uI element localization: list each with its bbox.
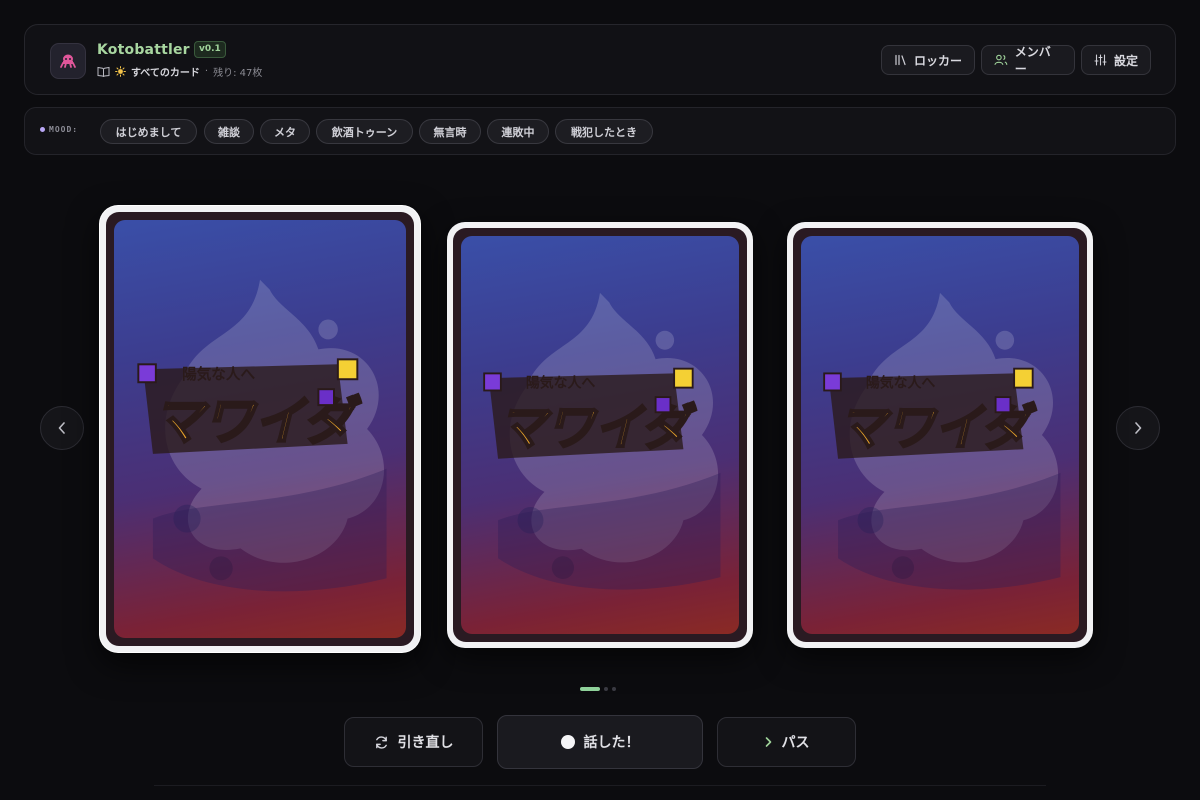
pass-button[interactable]: パス	[717, 717, 856, 767]
mood-chip-renpai[interactable]: 連敗中	[487, 119, 549, 144]
chevron-right-icon	[1135, 422, 1142, 434]
card-back-art: 陽気な人へ マワイダ	[461, 236, 739, 634]
mood-chip-zatsudan[interactable]: 雑談	[204, 119, 254, 144]
members-icon	[994, 54, 1008, 66]
circle-icon	[560, 735, 575, 749]
card-back-art: 陽気な人へ マワイダ	[801, 236, 1079, 634]
card-logo-ruby: 陽気な人へ	[182, 365, 255, 383]
card-logo-ruby: 陽気な人へ	[866, 374, 935, 391]
card-logo: 陽気な人へ マワイダ	[823, 367, 1038, 459]
spoke-label: 話した！	[583, 735, 640, 751]
octopus-icon	[60, 54, 76, 68]
carousel-prev-button[interactable]	[40, 406, 84, 450]
page-dot-active[interactable]	[580, 687, 600, 691]
card-frame: 陽気な人へ マワイダ	[453, 228, 747, 642]
carousel-next-button[interactable]	[1116, 406, 1160, 450]
page-dot[interactable]	[612, 687, 616, 691]
mood-chip-meta[interactable]: メタ	[260, 119, 310, 144]
mood-chip-mugonji[interactable]: 無言時	[419, 119, 481, 144]
mood-chip-inshu[interactable]: 飲酒トゥーン	[316, 119, 413, 144]
page-dot[interactable]	[604, 687, 608, 691]
card-logo: 陽気な人へ マワイダ	[137, 358, 363, 454]
card-1[interactable]: 陽気な人へ マワイダ	[100, 206, 420, 652]
card-back-svg: 陽気な人へ マワイダ	[137, 279, 387, 592]
refresh-icon	[375, 735, 387, 749]
card-frame: 陽気な人へ マワイダ	[793, 228, 1087, 642]
settings-label: 設定	[1114, 53, 1139, 68]
card-logo: 陽気な人へ マワイダ	[483, 367, 698, 459]
card-2[interactable]: 陽気な人へ マワイダ	[447, 222, 753, 648]
settings-button[interactable]: 設定	[1081, 45, 1151, 75]
card-frame: 陽気な人へ マワイダ	[106, 212, 414, 646]
redraw-label: 引き直し	[397, 735, 454, 751]
card-3[interactable]: 陽気な人へ マワイダ	[787, 222, 1093, 648]
members-button[interactable]: メンバー	[981, 45, 1075, 76]
chevron-right-icon	[765, 737, 771, 747]
card-back-art: 陽気な人へ マワイダ	[114, 220, 406, 638]
book-icon	[97, 66, 110, 77]
spoke-button[interactable]: 話した！	[497, 715, 703, 769]
remaining-count: 残り: 47枚	[213, 67, 263, 79]
app-header: Kotobattler v0.1 すべてのカード · 残り: 47枚 ロッカー	[24, 24, 1176, 95]
separator: ·	[204, 65, 209, 77]
mood-chip-hajimemashite[interactable]: はじめまして	[100, 119, 197, 144]
version-badge: v0.1	[194, 41, 226, 58]
pass-label: パス	[781, 735, 810, 751]
card-back-svg: 陽気な人へ マワイダ	[823, 292, 1061, 590]
card-logo-ruby: 陽気な人へ	[526, 374, 595, 391]
locker-label: ロッカー	[914, 53, 963, 68]
locker-button[interactable]: ロッカー	[881, 45, 975, 75]
deck-info: すべてのカード · 残り: 47枚	[97, 64, 263, 79]
mood-bar: MOOD: はじめまして 雑談 メタ 飲酒トゥーン 無言時 連敗中 戦犯したとき	[24, 107, 1176, 155]
locker-icon	[895, 54, 906, 66]
redraw-button[interactable]: 引き直し	[344, 717, 483, 767]
mood-label: MOOD:	[40, 125, 78, 134]
sun-icon	[115, 65, 126, 77]
chevron-left-icon	[58, 422, 65, 434]
sliders-icon	[1094, 54, 1107, 66]
carousel-pagination	[580, 687, 616, 691]
app-title: Kotobattler	[97, 42, 190, 58]
app-logo	[50, 43, 86, 79]
mood-dot-icon	[40, 127, 45, 132]
card-back-svg: 陽気な人へ マワイダ	[483, 292, 721, 590]
mood-chip-senpan[interactable]: 戦犯したとき	[555, 119, 653, 144]
members-label: メンバー	[1014, 45, 1051, 76]
deck-name[interactable]: すべてのカード	[131, 64, 200, 79]
footer-divider	[154, 785, 1046, 786]
